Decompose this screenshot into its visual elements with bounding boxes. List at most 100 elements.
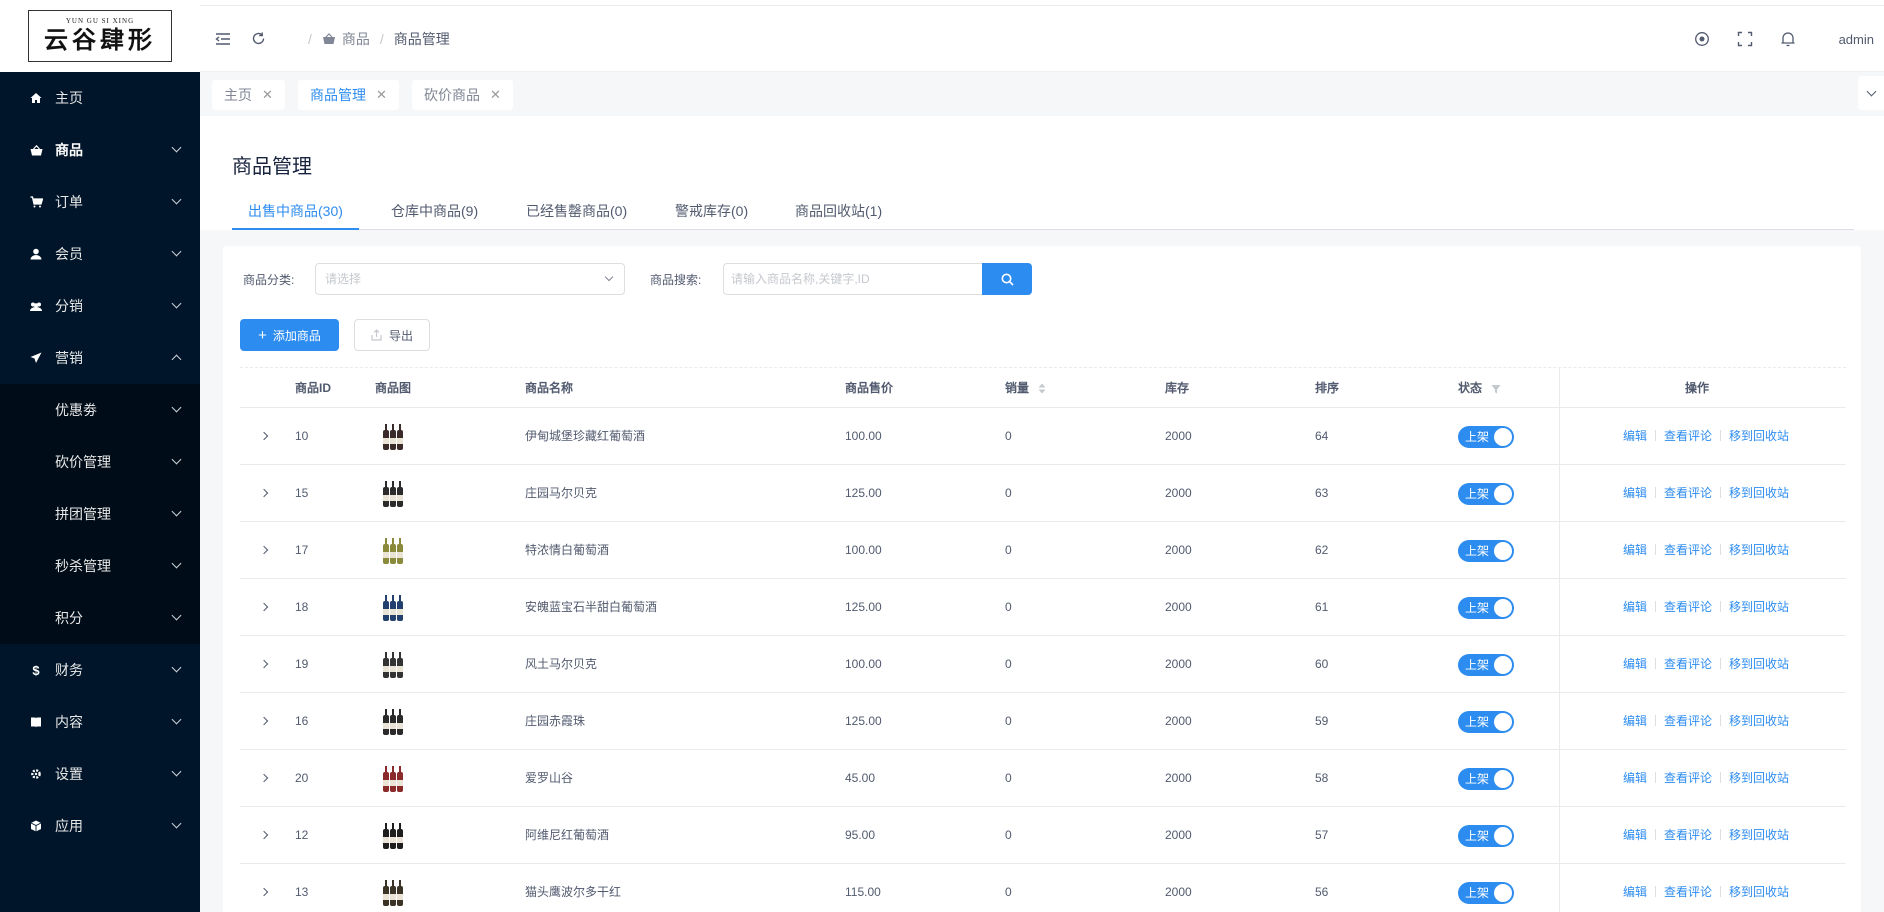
expand-row-icon[interactable] bbox=[259, 431, 269, 441]
move-to-recycle-link[interactable]: 移到回收站 bbox=[1729, 885, 1789, 899]
move-to-recycle-link[interactable]: 移到回收站 bbox=[1729, 828, 1789, 842]
move-to-recycle-link[interactable]: 移到回收站 bbox=[1729, 771, 1789, 785]
edit-link[interactable]: 编辑 bbox=[1623, 657, 1647, 671]
move-to-recycle-link[interactable]: 移到回收站 bbox=[1729, 657, 1789, 671]
view-reviews-link[interactable]: 查看评论 bbox=[1664, 828, 1712, 842]
view-reviews-link[interactable]: 查看评论 bbox=[1664, 429, 1712, 443]
col-sales[interactable]: 销量 bbox=[1005, 368, 1046, 410]
goods-image[interactable] bbox=[380, 594, 406, 622]
edit-link[interactable]: 编辑 bbox=[1623, 771, 1647, 785]
tab-low-stock[interactable]: 警戒库存(0) bbox=[659, 199, 764, 230]
sort-icon[interactable] bbox=[1038, 370, 1046, 410]
view-reviews-link[interactable]: 查看评论 bbox=[1664, 543, 1712, 557]
view-reviews-link[interactable]: 查看评论 bbox=[1664, 486, 1712, 500]
refresh-icon[interactable] bbox=[248, 29, 268, 49]
status-switch[interactable]: 上架 bbox=[1458, 540, 1514, 562]
sidebar-item-finance[interactable]: $ 财务 bbox=[0, 644, 200, 696]
tab-bargain-goods[interactable]: 砍价商品 ✕ bbox=[412, 80, 513, 110]
goods-image[interactable] bbox=[380, 537, 406, 565]
tabs-dropdown[interactable] bbox=[1858, 76, 1884, 110]
move-to-recycle-link[interactable]: 移到回收站 bbox=[1729, 486, 1789, 500]
expand-row-icon[interactable] bbox=[259, 716, 269, 726]
switch-label: 上架 bbox=[1465, 772, 1490, 786]
edit-link[interactable]: 编辑 bbox=[1623, 828, 1647, 842]
tab-sold-out[interactable]: 已经售罄商品(0) bbox=[510, 199, 643, 230]
chevron-down-icon bbox=[171, 194, 182, 205]
sidebar-item-orders[interactable]: 订单 bbox=[0, 176, 200, 228]
goods-image[interactable] bbox=[380, 765, 406, 793]
tab-in-warehouse[interactable]: 仓库中商品(9) bbox=[375, 199, 494, 230]
edit-link[interactable]: 编辑 bbox=[1623, 486, 1647, 500]
filter-icon[interactable] bbox=[1491, 370, 1501, 410]
category-select[interactable]: 请选择 bbox=[315, 263, 625, 295]
sidebar-item-flash-sale[interactable]: 秒杀管理 bbox=[0, 540, 200, 592]
sidebar-item-coupons[interactable]: 优惠劵 bbox=[0, 384, 200, 436]
status-switch[interactable]: 上架 bbox=[1458, 825, 1514, 847]
close-icon[interactable]: ✕ bbox=[262, 87, 273, 103]
sidebar-item-group-buy[interactable]: 拼团管理 bbox=[0, 488, 200, 540]
status-switch[interactable]: 上架 bbox=[1458, 426, 1514, 448]
expand-row-icon[interactable] bbox=[259, 773, 269, 783]
col-status[interactable]: 状态 bbox=[1458, 368, 1501, 410]
goods-image[interactable] bbox=[380, 480, 406, 508]
tab-on-sale[interactable]: 出售中商品(30) bbox=[232, 199, 359, 230]
expand-row-icon[interactable] bbox=[259, 488, 269, 498]
goods-image[interactable] bbox=[380, 822, 406, 850]
menu-fold-icon[interactable] bbox=[213, 29, 233, 49]
logo[interactable]: YUN GU SI XING 云谷肆形 bbox=[28, 10, 172, 62]
tab-goods-management[interactable]: 商品管理 ✕ bbox=[298, 80, 399, 110]
edit-link[interactable]: 编辑 bbox=[1623, 543, 1647, 557]
breadcrumb-item-goods[interactable]: 商品 bbox=[342, 29, 370, 49]
sidebar-item-members[interactable]: 会员 bbox=[0, 228, 200, 280]
goods-image[interactable] bbox=[380, 423, 406, 451]
tab-home[interactable]: 主页 ✕ bbox=[212, 80, 285, 110]
status-switch[interactable]: 上架 bbox=[1458, 483, 1514, 505]
move-to-recycle-link[interactable]: 移到回收站 bbox=[1729, 429, 1789, 443]
view-reviews-link[interactable]: 查看评论 bbox=[1664, 771, 1712, 785]
move-to-recycle-link[interactable]: 移到回收站 bbox=[1729, 600, 1789, 614]
status-switch[interactable]: 上架 bbox=[1458, 597, 1514, 619]
close-icon[interactable]: ✕ bbox=[490, 87, 501, 103]
edit-link[interactable]: 编辑 bbox=[1623, 429, 1647, 443]
expand-row-icon[interactable] bbox=[259, 887, 269, 897]
view-reviews-link[interactable]: 查看评论 bbox=[1664, 600, 1712, 614]
status-switch[interactable]: 上架 bbox=[1458, 654, 1514, 676]
sidebar-item-goods[interactable]: 商品 bbox=[0, 124, 200, 176]
sidebar-item-home[interactable]: 主页 bbox=[0, 72, 200, 124]
status-switch[interactable]: 上架 bbox=[1458, 711, 1514, 733]
move-to-recycle-link[interactable]: 移到回收站 bbox=[1729, 714, 1789, 728]
edit-link[interactable]: 编辑 bbox=[1623, 600, 1647, 614]
edit-link[interactable]: 编辑 bbox=[1623, 885, 1647, 899]
sidebar-item-marketing[interactable]: 营销 bbox=[0, 332, 200, 384]
status-switch[interactable]: 上架 bbox=[1458, 882, 1514, 904]
sidebar-item-apps[interactable]: 应用 bbox=[0, 800, 200, 852]
search-input[interactable]: 请输入商品名称,关键字,ID bbox=[723, 263, 983, 295]
move-to-recycle-link[interactable]: 移到回收站 bbox=[1729, 543, 1789, 557]
fullscreen-icon[interactable] bbox=[1735, 29, 1755, 49]
status-switch[interactable]: 上架 bbox=[1458, 768, 1514, 790]
close-icon[interactable]: ✕ bbox=[376, 87, 387, 103]
sidebar-item-distribution[interactable]: 分销 bbox=[0, 280, 200, 332]
username[interactable]: admin bbox=[1839, 32, 1874, 47]
goods-image[interactable] bbox=[380, 879, 406, 907]
goods-image[interactable] bbox=[380, 651, 406, 679]
sidebar-item-points[interactable]: 积分 bbox=[0, 592, 200, 644]
view-reviews-link[interactable]: 查看评论 bbox=[1664, 657, 1712, 671]
edit-link[interactable]: 编辑 bbox=[1623, 714, 1647, 728]
expand-row-icon[interactable] bbox=[259, 659, 269, 669]
add-goods-button[interactable]: + 添加商品 bbox=[240, 319, 339, 351]
sidebar-item-bargain[interactable]: 砍价管理 bbox=[0, 436, 200, 488]
tab-recycle-bin[interactable]: 商品回收站(1) bbox=[779, 199, 898, 230]
export-button[interactable]: 导出 bbox=[354, 319, 430, 351]
expand-row-icon[interactable] bbox=[259, 545, 269, 555]
goods-image[interactable] bbox=[380, 708, 406, 736]
expand-row-icon[interactable] bbox=[259, 830, 269, 840]
view-reviews-link[interactable]: 查看评论 bbox=[1664, 885, 1712, 899]
bell-icon[interactable] bbox=[1778, 29, 1798, 49]
view-reviews-link[interactable]: 查看评论 bbox=[1664, 714, 1712, 728]
search-button[interactable] bbox=[982, 263, 1032, 295]
sidebar-item-settings[interactable]: 设置 bbox=[0, 748, 200, 800]
sidebar-item-content[interactable]: 内容 bbox=[0, 696, 200, 748]
locate-icon[interactable] bbox=[1692, 29, 1712, 49]
expand-row-icon[interactable] bbox=[259, 602, 269, 612]
